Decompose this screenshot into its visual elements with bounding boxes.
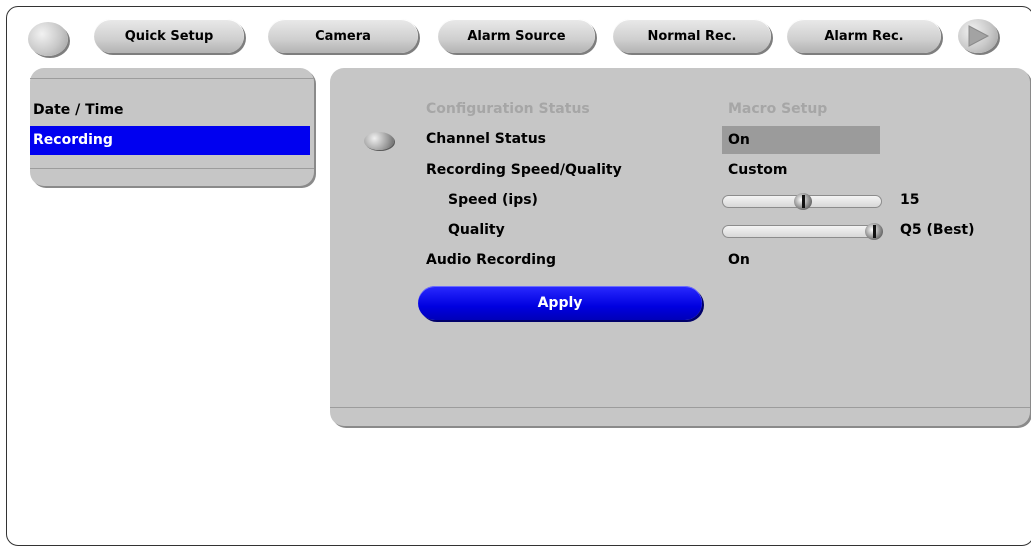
speed-quality-label: Recording Speed/Quality [426, 162, 622, 178]
speed-slider[interactable] [722, 193, 882, 210]
config-status-header: Configuration Status [426, 101, 590, 117]
panel-bottom-divider [330, 407, 1030, 408]
speed-slider-thumb[interactable] [794, 193, 812, 210]
panel-top-divider [30, 68, 314, 79]
channel-status-value[interactable]: On [722, 126, 880, 154]
speed-value: 15 [900, 192, 920, 208]
macro-setup-header: Macro Setup [728, 101, 828, 117]
recording-settings-panel: Configuration Status Macro Setup Channel… [330, 68, 1030, 426]
quality-slider-thumb[interactable] [865, 223, 883, 240]
audio-recording-value[interactable]: On [728, 252, 750, 268]
speed-quality-value[interactable]: Custom [728, 162, 787, 178]
tab-normal-rec[interactable]: Normal Rec. [613, 19, 771, 53]
tab-quick-setup[interactable]: Quick Setup [94, 19, 244, 53]
sidebar-item-date-time[interactable]: Date / Time [30, 96, 310, 125]
panel-bottom-divider [30, 168, 314, 169]
audio-recording-label: Audio Recording [426, 252, 557, 268]
next-tab-button[interactable] [958, 19, 998, 53]
sidebar-panel: Date / Time Recording [30, 68, 314, 186]
home-round-button[interactable] [28, 22, 68, 56]
next-arrow-icon [968, 25, 990, 47]
quality-label: Quality [448, 222, 505, 238]
current-row-indicator-icon [364, 132, 394, 150]
speed-label: Speed (ips) [448, 192, 538, 208]
quality-value: Q5 (Best) [900, 222, 975, 238]
tab-alarm-rec[interactable]: Alarm Rec. [787, 19, 941, 53]
sidebar-item-recording[interactable]: Recording [30, 126, 310, 155]
tab-camera[interactable]: Camera [268, 19, 418, 53]
apply-button[interactable]: Apply [418, 286, 702, 320]
channel-status-label: Channel Status [426, 131, 547, 147]
tab-alarm-source[interactable]: Alarm Source [438, 19, 595, 53]
quality-slider[interactable] [722, 223, 883, 240]
